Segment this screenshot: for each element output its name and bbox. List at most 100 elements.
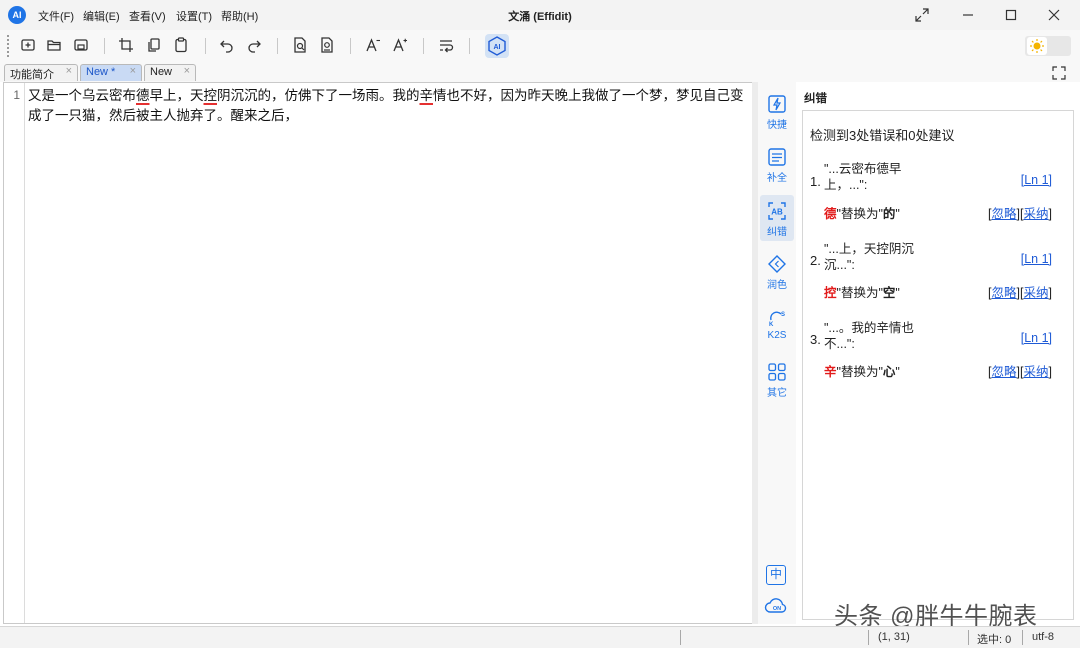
font-increase-icon[interactable] [391,36,411,56]
ignore-link[interactable]: 忽略 [992,286,1017,300]
svg-text:K: K [769,322,774,328]
accept-link[interactable]: 采纳 [1024,207,1049,221]
sidebar-item-k2s[interactable]: SK K2S [760,302,794,348]
sidebar-item-complete[interactable]: 补全 [760,141,794,187]
svg-text:ON: ON [773,606,781,612]
issue-fix: 辛"替换为"心" [824,365,900,379]
close-icon[interactable]: × [66,65,72,77]
font-decrease-icon[interactable] [364,36,384,56]
maximize-icon[interactable] [997,4,1025,26]
editor-text[interactable]: 又是一个乌云密布德早上，天控阴沉沉的，仿佛下了一场雨。我的辛情也不好，因为昨天晚… [28,86,748,126]
cursor-position: (1, 31) [878,631,910,643]
undo-icon[interactable] [218,36,238,56]
close-icon[interactable]: × [130,65,136,77]
sidebar-label: 纠错 [767,227,787,238]
paste-icon[interactable] [172,36,192,56]
line-link[interactable]: [Ln 1] [1021,331,1052,345]
error-word[interactable]: 德 [136,88,150,103]
sidebar-item-polish[interactable]: 润色 [760,248,794,294]
right-char: 的 [882,207,896,221]
toolbar: AI [0,30,1080,62]
ignore-link[interactable]: 忽略 [992,365,1017,379]
line-link[interactable]: [Ln 1] [1021,252,1052,266]
wrap-icon[interactable] [437,36,457,56]
title-bar: AI 文件(F) 编辑(E) 查看(V) 设置(T) 帮助(H) 文涌 (Eff… [0,0,1080,30]
toolbar-grip[interactable] [7,35,9,57]
cloud-icon[interactable]: ON [764,596,790,616]
redo-icon[interactable] [245,36,265,56]
fix-mid: 替换为 [840,207,879,221]
sun-icon[interactable] [1027,37,1047,55]
ai-assist-icon[interactable]: AI [485,34,509,58]
sidebar-label: 其它 [767,388,787,399]
app-logo-icon: AI [8,6,26,24]
wrong-char: 控 [824,286,837,300]
close-icon[interactable]: × [184,65,190,77]
tab-label: New [150,66,173,78]
menu-help[interactable]: 帮助(H) [221,8,258,24]
moon-icon[interactable] [1049,37,1069,55]
status-bar: (1, 31) 选中: 0 utf-8 [0,626,1080,648]
sidebar-item-other[interactable]: 其它 [760,356,794,402]
expand-icon[interactable] [1052,66,1066,80]
minimize-icon[interactable] [954,4,982,26]
issue-snippet: "...。我的辛情也不...": [824,321,914,351]
wrong-char: 德 [824,207,837,221]
text-segment: 又是一个乌云密布 [28,88,136,103]
svg-text:AB: AB [771,208,783,217]
ignore-link[interactable]: 忽略 [992,207,1017,221]
find-icon[interactable] [291,36,311,56]
menu-edit[interactable]: 编辑(E) [83,8,120,24]
sidebar-label: 润色 [767,280,787,291]
menu-file[interactable]: 文件(F) [38,8,74,24]
restore-size-icon[interactable] [908,4,936,26]
copy-icon[interactable] [145,36,165,56]
theme-switch[interactable] [1025,36,1071,56]
replace-icon[interactable] [318,36,338,56]
accept-link[interactable]: 采纳 [1024,286,1049,300]
line-link[interactable]: [Ln 1] [1021,173,1052,187]
tab-new-modified[interactable]: New * × [80,64,142,81]
tab-bar: 功能简介 × New * × New × [0,62,1080,82]
wrong-char: 辛 [824,365,837,379]
issue-item: 1. "...云密布德早上，...": [Ln 1] 德"替换为"的" [忽略]… [810,161,1072,239]
editor[interactable]: 1 又是一个乌云密布德早上，天控阴沉沉的，仿佛下了一场雨。我的辛情也不好，因为昨… [3,82,753,624]
issue-actions: [忽略][采纳] [988,365,1052,379]
feature-sidebar: 快捷 补全 AB 纠错 润色 SK K2S 其它 [758,82,796,624]
tab-label: 功能简介 [10,69,54,81]
svg-text:AI: AI [494,44,501,51]
panel-body: 检测到3处错误和0处建议 1. "...云密布德早上，...": [Ln 1] … [802,110,1074,620]
issue-number: 1. [810,174,821,189]
tab-intro[interactable]: 功能简介 × [4,64,78,81]
menu-settings[interactable]: 设置(T) [176,8,212,24]
text-segment: 早上，天 [149,88,204,103]
svg-text:S: S [781,312,785,318]
open-file-icon[interactable] [45,36,65,56]
error-word[interactable]: 控 [204,88,218,103]
issue-item: 3. "...。我的辛情也不...": [Ln 1] 辛"替换为"心" [忽略]… [810,320,1072,398]
sidebar-item-quick[interactable]: 快捷 [760,88,794,134]
language-button[interactable]: 中 [766,565,786,585]
right-char: 心 [882,365,896,379]
sidebar-label: K2S [767,330,787,341]
proofread-icon: AB [768,202,786,220]
right-char: 空 [882,286,896,300]
sidebar-item-proofread[interactable]: AB 纠错 [760,195,794,241]
crop-icon[interactable] [117,36,137,56]
polish-icon [768,255,786,273]
tab-new[interactable]: New × [144,64,196,81]
issue-fix: 控"替换为"空" [824,286,900,300]
fix-mid: 替换为 [840,286,879,300]
accept-link[interactable]: 采纳 [1024,365,1049,379]
error-word[interactable]: 辛 [420,88,434,103]
menu-view[interactable]: 查看(V) [129,8,166,24]
close-icon[interactable] [1040,4,1068,26]
proofread-panel: 纠错 检测到3处错误和0处建议 1. "...云密布德早上，...": [Ln … [798,82,1080,624]
tab-label: New * [86,66,116,78]
new-file-icon[interactable] [19,36,39,56]
k2s-icon: SK [769,311,785,328]
save-icon[interactable] [72,36,92,56]
selection-count: 选中: 0 [977,634,1012,646]
issue-actions: [忽略][采纳] [988,207,1052,221]
text-segment: 阴沉沉的，仿佛下了一场雨。我的 [217,88,420,103]
